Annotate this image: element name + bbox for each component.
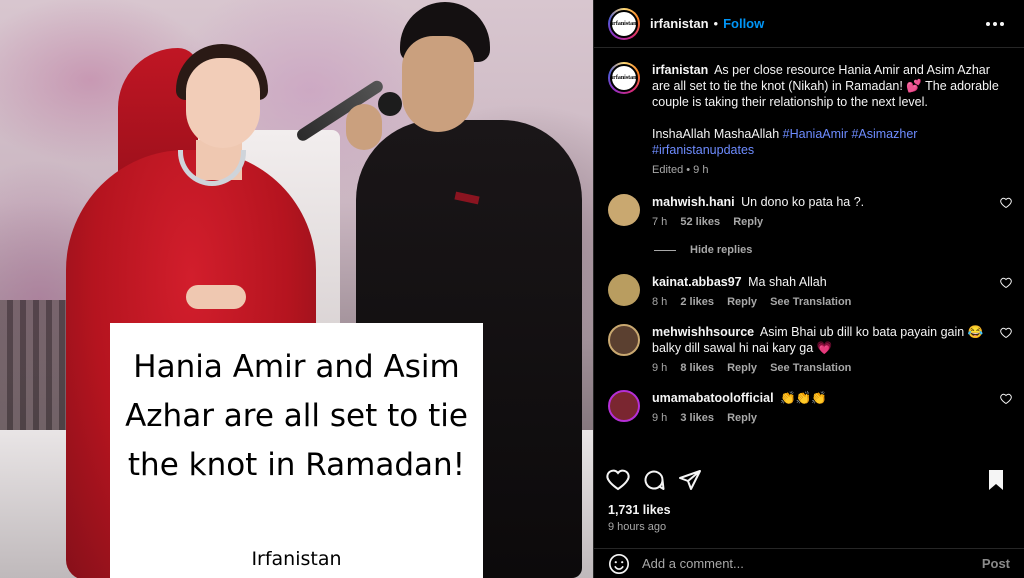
comment-text: umamabatoolofficial 👏👏👏 bbox=[652, 390, 1010, 406]
comment-content: Ma shah Allah bbox=[748, 275, 827, 289]
comment-text: kainat.abbas97 Ma shah Allah bbox=[652, 274, 1010, 290]
caption-meta: Edited • 9 h bbox=[652, 164, 709, 176]
comment-time: 7 h bbox=[652, 216, 668, 228]
commenter-avatar[interactable] bbox=[608, 324, 640, 356]
comment-icon[interactable] bbox=[642, 468, 666, 492]
comment-text: mehwishhsource Asim Bhai ub dill ko bata… bbox=[652, 324, 988, 356]
reply-button[interactable]: Reply bbox=[733, 216, 763, 228]
groom-face bbox=[402, 36, 474, 132]
commenter-avatar[interactable] bbox=[608, 194, 640, 226]
comment-row: kainat.abbas97 Ma shah Allah 8 h 2 likes… bbox=[608, 274, 1012, 308]
caption-avatar-inner: irfanistan bbox=[610, 64, 638, 92]
hide-replies-line bbox=[654, 249, 676, 251]
follow-button[interactable]: Follow bbox=[723, 16, 764, 31]
header-username[interactable]: irfanistan bbox=[650, 16, 709, 31]
comment-username[interactable]: kainat.abbas97 bbox=[652, 275, 742, 289]
comment-time: 9 h bbox=[652, 362, 668, 374]
comment-likes[interactable]: 2 likes bbox=[680, 296, 714, 308]
comment-heart-icon[interactable] bbox=[1000, 197, 1012, 209]
avatar[interactable]: irfanistan bbox=[608, 7, 640, 40]
comment-text: mahwish.hani Un dono ko pata ha ?. bbox=[652, 194, 1010, 210]
commenter-avatar[interactable] bbox=[608, 390, 640, 422]
emoji-icon[interactable] bbox=[608, 553, 630, 575]
see-translation-button[interactable]: See Translation bbox=[770, 296, 851, 308]
comment-row: mahwish.hani Un dono ko pata ha ?. 7 h 5… bbox=[608, 194, 1012, 228]
caption-line2: InshaAllah MashaAllah bbox=[652, 127, 780, 141]
overlay-text-card: Hania Amir and Asim Azhar are all set to… bbox=[110, 323, 483, 578]
comment-meta: 7 h 52 likes Reply bbox=[652, 216, 1010, 228]
header-separator: • bbox=[713, 16, 719, 31]
comment-heart-icon[interactable] bbox=[1000, 393, 1012, 405]
hashtag[interactable]: #HaniaAmir bbox=[783, 127, 848, 141]
commenter-avatar[interactable] bbox=[608, 274, 640, 306]
microphone-head bbox=[378, 92, 402, 116]
heart-icon[interactable] bbox=[606, 468, 630, 492]
post-comment-button[interactable]: Post bbox=[982, 556, 1010, 571]
overlay-brand: Irfanistan bbox=[251, 548, 342, 570]
comment-likes[interactable]: 3 likes bbox=[680, 412, 714, 424]
post-time: 9 hours ago bbox=[608, 521, 667, 533]
caption-hashtags: InshaAllah MashaAllah #HaniaAmir #Asimaz… bbox=[652, 126, 1010, 158]
see-translation-button[interactable]: See Translation bbox=[770, 362, 851, 374]
caption-row: irfanistan irfanistan As per close resou… bbox=[608, 62, 1010, 176]
hashtag[interactable]: #Asimazher bbox=[851, 127, 917, 141]
caption-avatar[interactable]: irfanistan bbox=[608, 62, 640, 94]
comment-username[interactable]: mehwishhsource bbox=[652, 325, 754, 339]
post-panel: irfanistan irfanistan • Follow irfanista… bbox=[593, 0, 1024, 578]
post-header: irfanistan irfanistan • Follow bbox=[594, 0, 1024, 48]
caption-avatar-logo-text: irfanistan bbox=[611, 75, 637, 81]
comment-time: 9 h bbox=[652, 412, 668, 424]
bride-face bbox=[186, 58, 260, 148]
caption-body: irfanistan As per close resource Hania A… bbox=[652, 62, 1010, 176]
add-comment-bar: Post bbox=[594, 548, 1024, 578]
share-icon[interactable] bbox=[678, 468, 702, 492]
comment-likes[interactable]: 52 likes bbox=[680, 216, 720, 228]
likes-count[interactable]: 1,731 likes bbox=[608, 503, 671, 517]
comment-heart-icon[interactable] bbox=[1000, 327, 1012, 339]
action-bar bbox=[594, 462, 1024, 498]
reply-button[interactable]: Reply bbox=[727, 412, 757, 424]
bride-hands bbox=[186, 285, 246, 309]
comment-content: Un dono ko pata ha ?. bbox=[741, 195, 865, 209]
post-image[interactable]: Hania Amir and Asim Azhar are all set to… bbox=[0, 0, 593, 578]
comment-likes[interactable]: 8 likes bbox=[680, 362, 714, 374]
comment-meta: 9 h 3 likes Reply bbox=[652, 412, 1010, 424]
reply-button[interactable]: Reply bbox=[727, 296, 757, 308]
comment-username[interactable]: mahwish.hani bbox=[652, 195, 735, 209]
comment-body: mehwishhsource Asim Bhai ub dill ko bata… bbox=[652, 324, 1010, 374]
comment-row: umamabatoolofficial 👏👏👏 9 h 3 likes Repl… bbox=[608, 390, 1012, 424]
comment-heart-icon[interactable] bbox=[1000, 277, 1012, 289]
comment-username[interactable]: umamabatoolofficial bbox=[652, 391, 774, 405]
comment-meta: 8 h 2 likes Reply See Translation bbox=[652, 296, 1010, 308]
caption-text: irfanistan As per close resource Hania A… bbox=[652, 62, 1010, 110]
comment-meta: 9 h 8 likes Reply See Translation bbox=[652, 362, 988, 374]
comment-input[interactable] bbox=[642, 556, 982, 571]
overlay-headline: Hania Amir and Asim Azhar are all set to… bbox=[125, 349, 468, 483]
comment-row: mehwishhsource Asim Bhai ub dill ko bata… bbox=[608, 324, 1012, 374]
hide-replies-button[interactable]: Hide replies bbox=[654, 244, 1010, 256]
comment-time: 8 h bbox=[652, 296, 668, 308]
hide-replies-label: Hide replies bbox=[690, 244, 753, 256]
comments-list[interactable]: irfanistan irfanistan As per close resou… bbox=[594, 56, 1024, 456]
more-icon[interactable] bbox=[980, 16, 1010, 32]
avatar-logo-text: irfanistan bbox=[611, 20, 637, 27]
comment-body: mahwish.hani Un dono ko pata ha ?. 7 h 5… bbox=[652, 194, 1010, 228]
instagram-post: Hania Amir and Asim Azhar are all set to… bbox=[0, 0, 1024, 578]
reply-button[interactable]: Reply bbox=[727, 362, 757, 374]
comment-content: 👏👏👏 bbox=[780, 391, 827, 405]
comment-body: kainat.abbas97 Ma shah Allah 8 h 2 likes… bbox=[652, 274, 1010, 308]
groom-hand bbox=[346, 104, 382, 150]
caption-username[interactable]: irfanistan bbox=[652, 63, 708, 77]
avatar-inner: irfanistan bbox=[610, 9, 638, 38]
bookmark-icon[interactable] bbox=[984, 468, 1008, 492]
hashtag[interactable]: #irfanistanupdates bbox=[652, 143, 754, 157]
comment-body: umamabatoolofficial 👏👏👏 9 h 3 likes Repl… bbox=[652, 390, 1010, 424]
